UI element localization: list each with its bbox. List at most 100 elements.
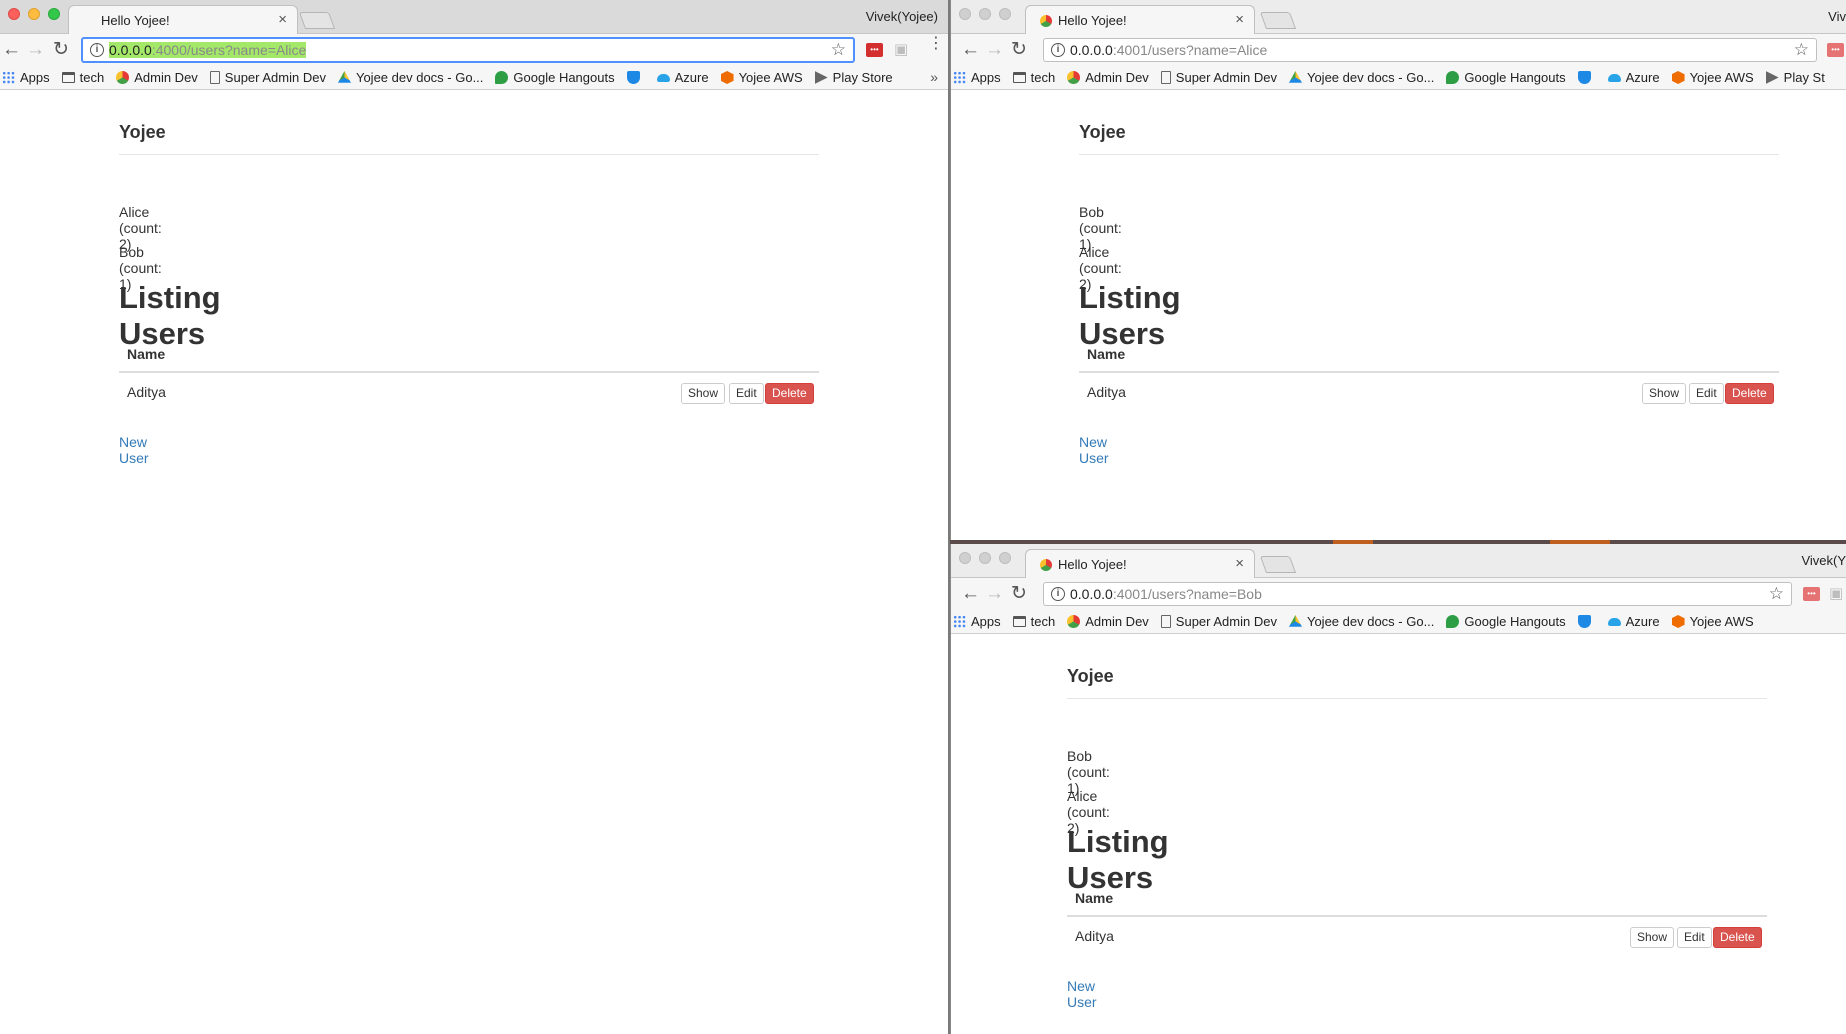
bookmark-item[interactable]: Google Hangouts	[495, 70, 615, 85]
extension-red-icon[interactable]: •••	[866, 43, 883, 57]
bookmark-item[interactable]: Apps	[2, 70, 50, 85]
new-user-link[interactable]: New User	[1079, 434, 1109, 466]
bookmark-star-icon[interactable]: ☆	[831, 40, 846, 60]
bookmark-item[interactable]: Yojee AWS	[1671, 70, 1754, 85]
bookmark-item[interactable]: Admin Dev	[1067, 614, 1149, 629]
bookmark-item[interactable]: Super Admin Dev	[1160, 70, 1277, 85]
site-info-icon[interactable]: i	[1051, 587, 1065, 601]
back-arrow-icon[interactable]: ←	[2, 39, 21, 61]
bookmark-star-icon[interactable]: ☆	[1794, 40, 1809, 60]
extension-red-icon[interactable]: •••	[1827, 43, 1844, 57]
bookmark-label: Google Hangouts	[1464, 614, 1566, 629]
brand-title[interactable]: Yojee	[1079, 122, 1126, 143]
bookmark-item[interactable]: Play Store	[814, 70, 893, 85]
show-button[interactable]: Show	[1630, 927, 1675, 948]
chrome-menu-icon[interactable]: ⋮	[928, 36, 944, 52]
delete-button[interactable]: Delete	[1713, 927, 1762, 948]
zoom-window-icon[interactable]	[999, 552, 1011, 564]
extension-grey-icon[interactable]: ▣	[894, 42, 911, 57]
bookmark-item[interactable]	[1577, 71, 1596, 84]
minimize-window-icon[interactable]	[979, 8, 991, 20]
close-window-icon[interactable]	[959, 552, 971, 564]
bookmark-item[interactable]: Azure	[656, 70, 709, 85]
bookmark-item[interactable]: Apps	[953, 70, 1001, 85]
reload-icon[interactable]: ↻	[1011, 39, 1027, 61]
yojee-favicon-icon	[1040, 15, 1052, 27]
bookmark-item[interactable]: Google Hangouts	[1446, 614, 1566, 629]
minimize-window-icon[interactable]	[979, 552, 991, 564]
bookmark-label: tech	[79, 70, 105, 85]
bookmark-label: Admin Dev	[134, 70, 198, 85]
url-text: 0.0.0.0:4001/users?name=Alice	[1070, 42, 1268, 58]
new-tab-button[interactable]	[298, 12, 336, 29]
bookmark-item[interactable]: tech	[1012, 70, 1056, 85]
edit-button[interactable]: Edit	[1689, 383, 1724, 404]
browser-window-left: Hello Yojee! × Vivek(Yojee) ← → ↻ i 0.0.…	[0, 0, 948, 1034]
bookmark-item[interactable]: Azure	[1607, 70, 1660, 85]
bookmark-item[interactable]: Yojee AWS	[720, 70, 803, 85]
profile-name[interactable]: Vivek(Y	[1801, 553, 1846, 568]
bookmarks-overflow-icon[interactable]: »	[930, 69, 938, 85]
close-tab-icon[interactable]: ×	[278, 11, 287, 28]
brand-title[interactable]: Yojee	[119, 122, 166, 143]
new-user-link[interactable]: New User	[1067, 978, 1097, 1010]
browser-window-bottom-right: Hello Yojee! × Vivek(Y ← → ↻ i 0.0.0.0:4…	[950, 544, 1846, 1034]
bookmark-item[interactable]: Apps	[953, 614, 1001, 629]
minimize-window-icon[interactable]	[28, 8, 40, 20]
address-bar[interactable]: i 0.0.0.0:4001/users?name=Alice ☆	[1043, 38, 1817, 62]
apps-grid-icon	[953, 615, 966, 628]
bookmark-item[interactable]: Play St	[1765, 70, 1825, 85]
bookmark-item[interactable]: Admin Dev	[1067, 70, 1149, 85]
bookmark-item[interactable]: tech	[1012, 614, 1055, 629]
bookmark-item[interactable]: Super Admin Dev	[1160, 614, 1277, 629]
bookmark-item[interactable]: Yojee dev docs - Go...	[337, 70, 483, 85]
show-button[interactable]: Show	[681, 383, 726, 404]
zoom-window-icon[interactable]	[999, 8, 1011, 20]
forward-arrow-icon[interactable]: →	[985, 39, 1004, 61]
close-window-icon[interactable]	[959, 8, 971, 20]
tab-hello-yojee[interactable]: Hello Yojee! ×	[1025, 5, 1255, 35]
brand-title[interactable]: Yojee	[1067, 666, 1114, 687]
delete-button[interactable]: Delete	[1725, 383, 1774, 404]
bookmark-item[interactable]: Yojee dev docs - Go...	[1288, 614, 1434, 629]
extension-grey-icon[interactable]: ▣	[1829, 586, 1846, 601]
address-bar[interactable]: i 0.0.0.0:4001/users?name=Bob ☆	[1043, 582, 1792, 606]
close-tab-icon[interactable]: ×	[1235, 11, 1244, 28]
address-bar[interactable]: i 0.0.0.0:4000/users?name=Alice ☆	[81, 37, 855, 63]
show-button[interactable]: Show	[1642, 383, 1687, 404]
delete-button[interactable]: Delete	[765, 383, 814, 404]
bookmark-item[interactable]: Super Admin Dev	[209, 70, 326, 85]
zoom-window-icon[interactable]	[48, 8, 60, 20]
reload-icon[interactable]: ↻	[53, 39, 69, 61]
new-user-link[interactable]: New User	[119, 434, 149, 466]
bookmark-item[interactable]: Admin Dev	[116, 70, 198, 85]
close-tab-icon[interactable]: ×	[1235, 555, 1244, 572]
back-arrow-icon[interactable]: ←	[961, 583, 980, 605]
profile-name[interactable]: Vivek(Yojee)	[866, 9, 938, 24]
tab-strip: Hello Yojee! × Vivek(Yojee)	[0, 0, 948, 35]
bookmark-item[interactable]	[1577, 615, 1596, 628]
extension-red-icon[interactable]: •••	[1803, 587, 1820, 601]
bookmark-item[interactable]: Yojee dev docs - Go...	[1288, 70, 1434, 85]
forward-arrow-icon[interactable]: →	[26, 39, 45, 61]
site-info-icon[interactable]: i	[90, 43, 104, 57]
tab-hello-yojee[interactable]: Hello Yojee! ×	[68, 5, 298, 35]
reload-icon[interactable]: ↻	[1011, 583, 1027, 605]
new-tab-button[interactable]	[1259, 556, 1297, 573]
site-info-icon[interactable]: i	[1051, 43, 1065, 57]
bookmark-item[interactable]: Yojee AWS	[1671, 614, 1754, 629]
close-window-icon[interactable]	[8, 8, 20, 20]
bookmark-item[interactable]	[626, 71, 645, 84]
bookmark-label: tech	[1030, 70, 1056, 85]
bookmark-item[interactable]: Google Hangouts	[1446, 70, 1566, 85]
forward-arrow-icon[interactable]: →	[985, 583, 1004, 605]
bookmark-item[interactable]: tech	[61, 70, 105, 85]
back-arrow-icon[interactable]: ←	[961, 39, 980, 61]
tab-hello-yojee[interactable]: Hello Yojee! ×	[1025, 549, 1255, 579]
bookmark-star-icon[interactable]: ☆	[1769, 584, 1784, 604]
edit-button[interactable]: Edit	[729, 383, 764, 404]
profile-name[interactable]: Viv	[1828, 9, 1846, 24]
bookmark-item[interactable]: Azure	[1607, 614, 1660, 629]
new-tab-button[interactable]	[1259, 12, 1297, 29]
edit-button[interactable]: Edit	[1677, 927, 1712, 948]
